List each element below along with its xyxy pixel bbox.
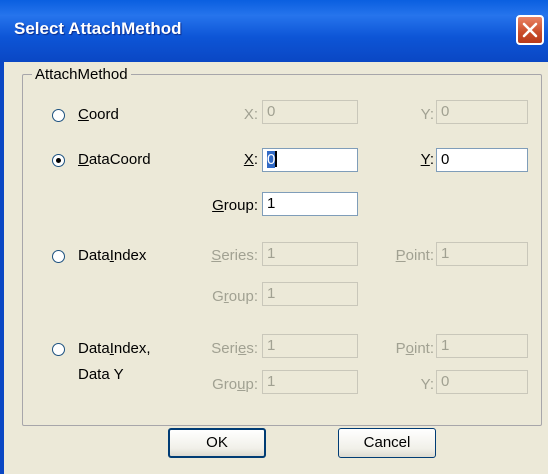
coord-y-label: Y: [420,106,434,123]
datacoord-x-label: X: [243,151,258,168]
coord-y-input[interactable]: 0 [436,100,528,124]
radio-coord[interactable] [52,109,65,122]
datacoord-group-input[interactable]: 1 [262,192,358,216]
cancel-button[interactable]: Cancel [338,428,436,458]
dataindex-group-label: Group: [212,288,258,305]
dataindexy-y-input[interactable]: 0 [436,370,528,394]
radio-coord-label[interactable]: Coord [78,106,119,123]
dataindexy-point-label: Point: [395,340,434,357]
dataindex-point-label: Point: [395,247,434,264]
radio-dataindex-datay-label[interactable]: DataIndex, [78,340,151,357]
radio-dataindex[interactable] [52,250,65,263]
coord-x-input[interactable]: 0 [262,100,358,124]
close-icon [522,22,538,38]
dataindex-group-input[interactable]: 1 [262,282,358,306]
dataindexy-series-input[interactable]: 1 [262,334,358,358]
title-bar[interactable]: Select AttachMethod [0,0,548,62]
radio-selected-dot [56,158,61,163]
datacoord-y-input[interactable]: 0 [436,148,528,172]
datacoord-group-label: Group: [212,197,258,214]
dataindex-series-input[interactable]: 1 [262,242,358,266]
radio-dataindex-label[interactable]: DataIndex [78,247,146,264]
radio-datacoord-label[interactable]: DataCoord [78,151,151,168]
radio-datacoord[interactable] [52,154,65,167]
close-button[interactable] [516,15,544,45]
dataindexy-series-label: Series: [211,340,258,357]
text-caret [275,151,278,167]
dataindexy-point-input[interactable]: 1 [436,334,528,358]
radio-dataindex-datay[interactable] [52,343,65,356]
coord-x-label: X: [243,106,258,123]
dataindexy-group-label: Group: [212,376,258,393]
window-title: Select AttachMethod [14,19,182,38]
datacoord-y-label: Y: [420,151,434,168]
dataindex-series-label: Series: [211,247,258,264]
dataindexy-group-input[interactable]: 1 [262,370,358,394]
datacoord-x-input[interactable]: 0 [262,148,358,172]
radio-dataindex-datay-label-line2: Data Y [78,366,124,383]
groupbox-label: AttachMethod [32,66,131,83]
window-frame-left [0,62,4,474]
dataindexy-y-label: Y: [420,376,434,393]
dataindex-point-input[interactable]: 1 [436,242,528,266]
ok-button[interactable]: OK [168,428,266,458]
